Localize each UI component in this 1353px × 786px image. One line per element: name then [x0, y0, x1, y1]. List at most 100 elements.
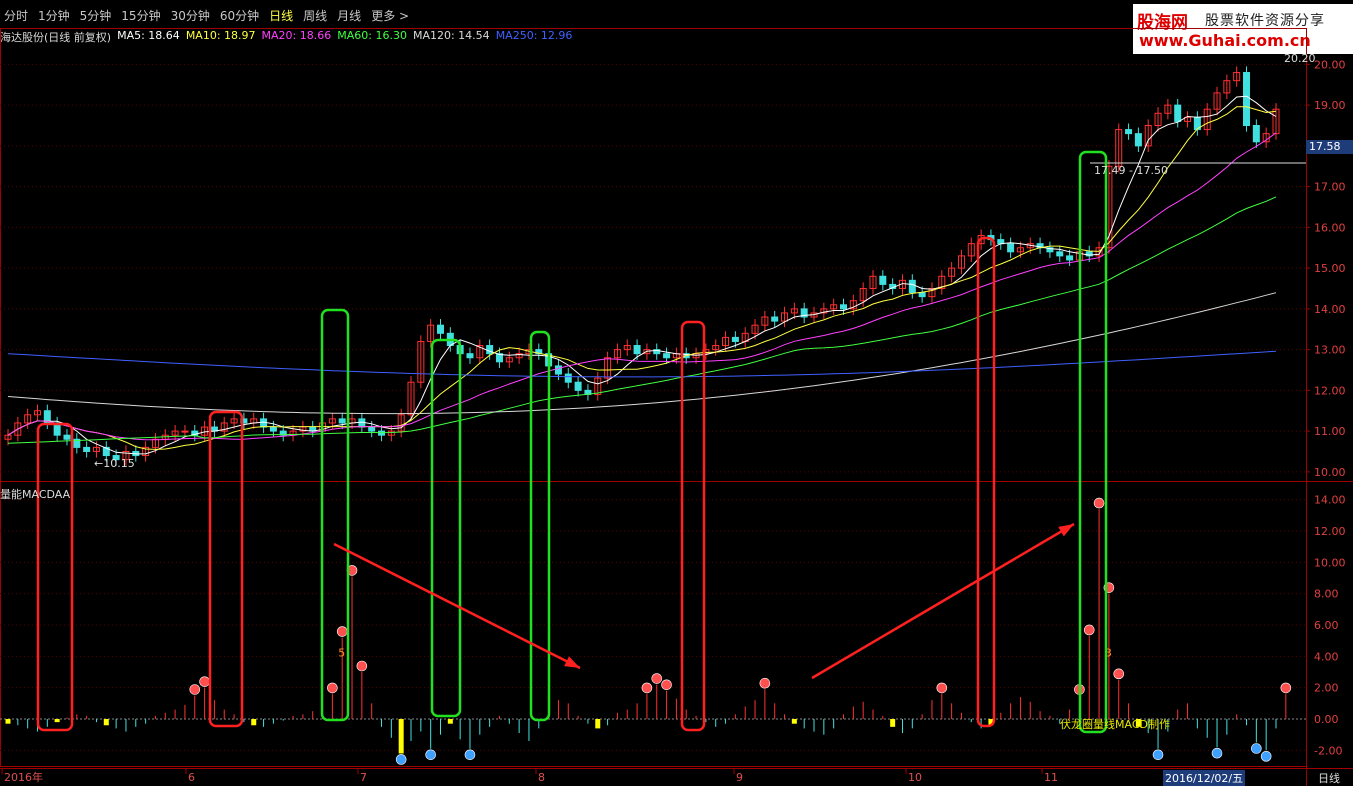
signal-ball — [759, 677, 771, 689]
macd-bar — [607, 719, 609, 726]
sub-tick-label: 10.00 — [1314, 556, 1346, 569]
signal-ball — [1251, 743, 1262, 754]
candle-body — [633, 345, 641, 355]
macd-bar — [1187, 703, 1189, 719]
price-tick-label: 14.00 — [1314, 303, 1346, 316]
macd-bar — [921, 714, 923, 719]
macd-bar — [1088, 635, 1090, 719]
macd-bar — [302, 714, 304, 719]
signal-ball — [661, 679, 672, 691]
ma-line-ma120 — [7, 292, 1277, 415]
macd-bar — [970, 719, 972, 723]
price-tick-label: 13.00 — [1314, 344, 1346, 357]
candle-body — [1174, 104, 1182, 122]
macd-bar — [469, 719, 471, 749]
signal-ball — [327, 682, 338, 694]
sub-tick-label: -2.00 — [1314, 744, 1342, 757]
high-price-label: 20.20 — [1284, 52, 1316, 65]
macd-bar — [361, 672, 363, 719]
signal-ball — [356, 660, 368, 672]
candle-body — [436, 324, 444, 334]
macd-bar — [420, 719, 422, 732]
macd-bar — [626, 709, 628, 719]
ma-line-ma10 — [7, 106, 1277, 450]
macd-bar — [744, 706, 746, 719]
macd-bar — [145, 719, 147, 724]
macd-bar — [447, 719, 453, 724]
candle-body — [1007, 243, 1015, 253]
signal-ball — [336, 626, 348, 637]
stock-chart[interactable]: 20.0019.0018.0017.0016.0015.0014.0013.00… — [0, 0, 1353, 786]
macd-bar — [1118, 679, 1120, 719]
ma-line-ma20 — [7, 132, 1277, 441]
macd-bar — [331, 693, 333, 719]
macd-bar — [595, 719, 601, 729]
macd-bar — [705, 719, 707, 723]
macd-bar — [872, 709, 874, 719]
macd-bar — [398, 719, 404, 754]
macd-bar — [459, 719, 461, 740]
macd-bar — [251, 719, 257, 726]
candle-body — [918, 292, 926, 298]
macd-bar — [587, 719, 589, 724]
highlight-box — [36, 422, 74, 732]
macd-bar — [890, 719, 896, 727]
month-label: 6 — [188, 771, 195, 784]
macd-bar — [1049, 715, 1051, 719]
macd-bar — [263, 719, 265, 727]
signal-ball — [1211, 747, 1223, 759]
candle-body — [338, 418, 346, 424]
price-tick-label: 19.00 — [1314, 99, 1346, 112]
signal-ball — [651, 673, 663, 684]
macd-bar — [410, 719, 412, 741]
macd-bar — [813, 719, 815, 732]
candle-body — [1125, 129, 1133, 135]
macd-bar — [833, 719, 835, 729]
macd-bar — [66, 717, 68, 719]
macd-bar — [46, 719, 48, 727]
macd-bar — [656, 684, 658, 719]
candle-body — [663, 353, 671, 359]
macd-bar — [1206, 719, 1208, 738]
macd-bar — [272, 719, 274, 724]
month-label: 11 — [1044, 771, 1058, 784]
macd-bar — [666, 690, 668, 719]
range-label: 17.49 - 17.50 — [1094, 164, 1168, 177]
macd-bar — [557, 700, 559, 719]
macd-bar — [1019, 697, 1021, 719]
sub-tick-label: 0.00 — [1314, 713, 1339, 726]
candle-body — [486, 345, 494, 355]
macd-bar — [1010, 703, 1012, 719]
candle-body — [368, 426, 376, 432]
month-label: 2016年 — [4, 770, 43, 784]
macd-bar — [1029, 701, 1031, 719]
sub-tick-label: 6.00 — [1314, 619, 1339, 632]
macd-bar — [518, 719, 520, 734]
period-label[interactable]: 日线 — [1318, 770, 1340, 786]
macd-bar — [734, 714, 736, 719]
price-tick-label: 15.00 — [1314, 262, 1346, 275]
sub-tick-label: 8.00 — [1314, 588, 1339, 601]
signal-ball — [641, 682, 653, 694]
macd-bar — [1177, 709, 1179, 719]
highlight-box — [430, 338, 462, 718]
candle-body — [63, 434, 71, 440]
macd-bar — [646, 693, 648, 719]
macd-bar — [86, 715, 88, 719]
month-label: 8 — [538, 771, 545, 784]
candle-body — [1056, 251, 1064, 257]
signal-ball — [936, 682, 948, 694]
macd-bar — [1000, 712, 1002, 719]
macd-bar — [194, 695, 196, 719]
macd-bar — [489, 719, 491, 727]
signal-ball — [189, 684, 201, 695]
price-tick-label: 17.00 — [1314, 181, 1346, 194]
macd-bar — [1255, 719, 1257, 743]
macd-bar — [17, 719, 19, 726]
candle-body — [181, 430, 189, 433]
macd-bar — [1098, 509, 1100, 719]
macd-bar — [1196, 719, 1198, 729]
candle-body — [1252, 124, 1260, 143]
ma-line-ma5 — [7, 95, 1277, 455]
candle-body — [269, 426, 277, 432]
